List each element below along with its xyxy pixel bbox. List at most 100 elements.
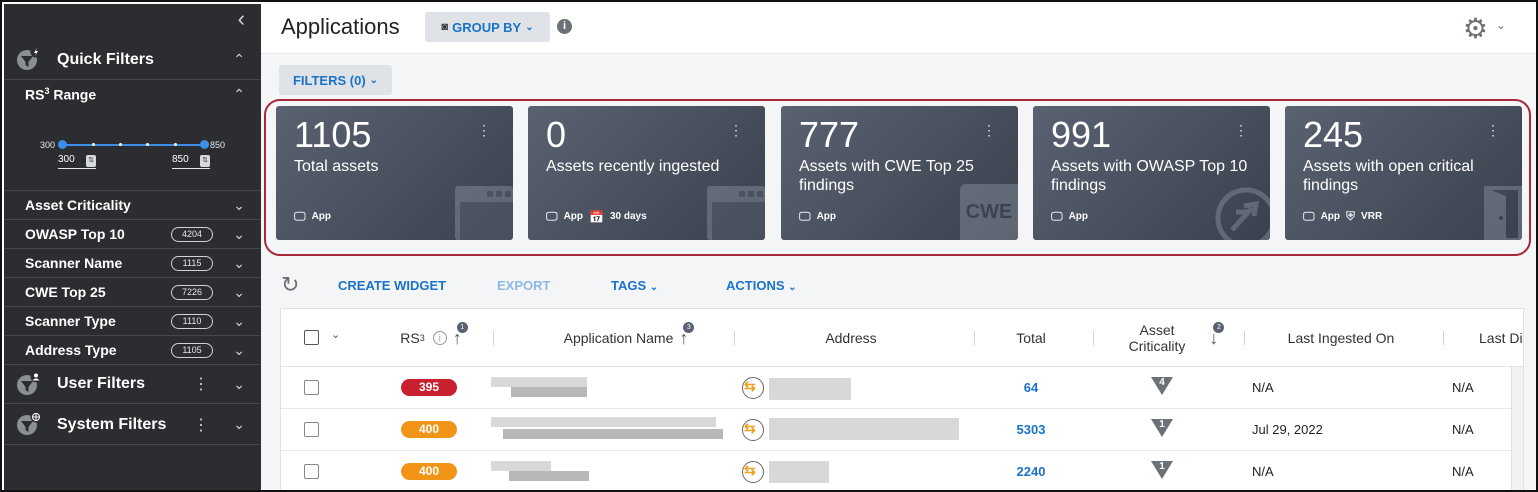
export-button[interactable]: EXPORT: [497, 278, 550, 293]
more-options-icon[interactable]: ⋮: [193, 374, 209, 394]
column-divider: [1244, 331, 1245, 345]
range-min-value: 300: [58, 154, 75, 165]
filter-asset-criticality[interactable]: Asset Criticality ⌄: [4, 190, 261, 219]
chevron-down-icon[interactable]: ⌄: [233, 342, 245, 359]
select-all-checkbox[interactable]: [304, 330, 319, 345]
column-divider: [974, 331, 975, 345]
refresh-icon[interactable]: ↻: [281, 272, 299, 298]
filter-owasp-top-10[interactable]: OWASP Top 10 4204 ⌄: [4, 219, 261, 248]
monitor-icon: 🖵: [1051, 209, 1063, 223]
column-header-rs[interactable]: RS 3 i ↑ 1: [381, 309, 481, 367]
stepper-icon[interactable]: ⇅: [200, 155, 210, 167]
actions-button[interactable]: ACTIONS ⌄: [726, 278, 797, 293]
widget-menu-icon[interactable]: ⋮: [1234, 122, 1248, 139]
column-header-asset-criticality[interactable]: Asset Criticality ↓ 2: [1101, 309, 1246, 367]
widget-total-assets[interactable]: 1105 Total assets ⋮ 🖵 App: [276, 106, 513, 240]
chevron-down-icon: ⌄: [788, 282, 797, 293]
tags-button[interactable]: TAGS ⌄: [611, 278, 658, 293]
filter-cwe-top-25[interactable]: CWE Top 25 7226 ⌄: [4, 277, 261, 306]
system-filters-header[interactable]: System Filters ⋮ ⌄: [4, 405, 261, 445]
rs-header-label: RS: [400, 330, 420, 346]
total-findings-link[interactable]: 64: [1001, 380, 1061, 395]
table-row[interactable]: 400 ⇆ 5303 1 Jul 29, 2022 N/A: [281, 409, 1523, 451]
slider-tick: [92, 143, 95, 146]
chevron-down-icon[interactable]: ⌄: [233, 255, 245, 272]
chevron-down-icon[interactable]: ⌄: [233, 313, 245, 330]
chevron-down-icon: ⌄: [369, 74, 379, 86]
gear-icon[interactable]: ⚙: [1463, 12, 1488, 45]
slider-min-handle[interactable]: [58, 140, 67, 149]
redacted-address: [769, 378, 851, 400]
widget-footer: 🖵 App 📅 30 days: [546, 209, 647, 224]
create-widget-button[interactable]: CREATE WIDGET: [338, 278, 446, 293]
widget-owasp-top-10[interactable]: 991 Assets with OWASP Top 10 findings ⋮ …: [1033, 106, 1270, 240]
widget-open-critical[interactable]: 245 Assets with open critical findings ⋮…: [1285, 106, 1522, 240]
column-header-last-di[interactable]: Last Di: [1451, 309, 1523, 367]
widget-menu-icon[interactable]: ⋮: [982, 122, 996, 139]
column-header-application-name[interactable]: Application Name ↑ 3: [501, 309, 751, 367]
filter-count-badge: 4204: [171, 227, 213, 242]
sort-order-badge: 3: [683, 321, 695, 333]
criticality-header-line1: Asset: [1139, 322, 1175, 338]
slider-track[interactable]: [62, 144, 204, 146]
chevron-down-icon[interactable]: ⌄: [233, 197, 245, 214]
total-findings-link[interactable]: 2240: [1001, 464, 1061, 479]
address-header-label: Address: [825, 330, 877, 346]
select-chevron-down-icon[interactable]: ⌄: [331, 328, 340, 341]
row-checkbox[interactable]: [304, 380, 319, 395]
redacted-app-name: [511, 387, 587, 397]
criticality-triangle-icon: [1151, 377, 1173, 395]
group-by-button[interactable]: ◙ GROUP BY ⌄: [425, 12, 550, 42]
widget-tag: App: [563, 211, 584, 222]
vertical-scrollbar[interactable]: [1511, 367, 1523, 490]
widget-recently-ingested[interactable]: 0 Assets recently ingested ⋮ 🖵 App 📅 30 …: [528, 106, 765, 240]
range-min-input[interactable]: 300 ⇅: [58, 154, 96, 169]
filter-label: Scanner Type: [25, 313, 116, 329]
column-header-total[interactable]: Total: [981, 309, 1081, 367]
sort-descending-icon[interactable]: ↓ 2: [1209, 321, 1225, 349]
last-di-cell: N/A: [1452, 422, 1474, 437]
filter-address-type[interactable]: Address Type 1105 ⌄: [4, 335, 261, 364]
chevron-down-icon[interactable]: ⌄: [233, 226, 245, 243]
filter-scanner-type[interactable]: Scanner Type 1110 ⌄: [4, 306, 261, 335]
quick-filters-header[interactable]: Quick Filters ⌃: [4, 40, 261, 80]
more-options-icon[interactable]: ⋮: [193, 415, 209, 435]
total-findings-link[interactable]: 5303: [1001, 422, 1061, 437]
column-header-last-ingested[interactable]: Last Ingested On: [1251, 309, 1431, 367]
row-checkbox[interactable]: [304, 422, 319, 437]
chevron-down-icon[interactable]: ⌄: [233, 416, 245, 433]
widget-menu-icon[interactable]: ⋮: [729, 122, 743, 139]
redacted-app-name: [491, 377, 587, 387]
settings-chevron-down-icon[interactable]: ⌄: [1496, 18, 1506, 32]
widget-cwe-top-25[interactable]: 777 Assets with CWE Top 25 findings ⋮ 🖵 …: [781, 106, 1018, 240]
table-row[interactable]: 395 ⇆ 64 4 N/A N/A: [281, 367, 1523, 409]
slider-min-label: 300: [40, 140, 56, 150]
table-row[interactable]: 400 ⇆ 2240 1 N/A N/A: [281, 451, 1523, 490]
widget-menu-icon[interactable]: ⋮: [477, 122, 491, 139]
rs-info-icon[interactable]: i: [432, 331, 447, 345]
slider-max-handle[interactable]: [200, 140, 209, 149]
assets-table: ⌄ RS 3 i ↑ 1 Application Name ↑ 3 Address: [280, 308, 1524, 490]
sort-ascending-icon[interactable]: ↑ 1: [453, 321, 468, 349]
rs-range-slider[interactable]: 300 850 300 ⇅ 850 ⇅: [4, 134, 261, 174]
stepper-icon[interactable]: ⇅: [86, 155, 96, 167]
chevron-down-icon[interactable]: ⌄: [233, 376, 245, 393]
filters-button[interactable]: FILTERS (0) ⌄: [279, 65, 392, 95]
sort-ascending-icon[interactable]: ↑ 3: [679, 321, 695, 349]
widget-menu-icon[interactable]: ⋮: [1486, 122, 1500, 139]
chevron-down-icon[interactable]: ⌄: [233, 284, 245, 301]
info-icon[interactable]: i: [557, 19, 572, 34]
collapse-sidebar-icon[interactable]: ‹: [238, 6, 245, 32]
last-di-header-label: Last Di: [1479, 330, 1523, 346]
browser-window-icon: [455, 186, 513, 240]
user-filters-header[interactable]: User Filters ⋮ ⌄: [4, 364, 261, 404]
filter-scanner-name[interactable]: Scanner Name 1115 ⌄: [4, 248, 261, 277]
chevron-up-icon[interactable]: ⌃: [233, 51, 245, 68]
filter-count-badge: 1115: [171, 256, 213, 271]
widget-tag: 30 days: [609, 211, 647, 222]
column-header-address[interactable]: Address: [741, 309, 961, 367]
rs-range-chevron-up-icon[interactable]: ⌃: [233, 86, 245, 103]
group-by-label: GROUP BY: [452, 19, 522, 35]
row-checkbox[interactable]: [304, 464, 319, 479]
range-max-input[interactable]: 850 ⇅: [172, 154, 210, 169]
